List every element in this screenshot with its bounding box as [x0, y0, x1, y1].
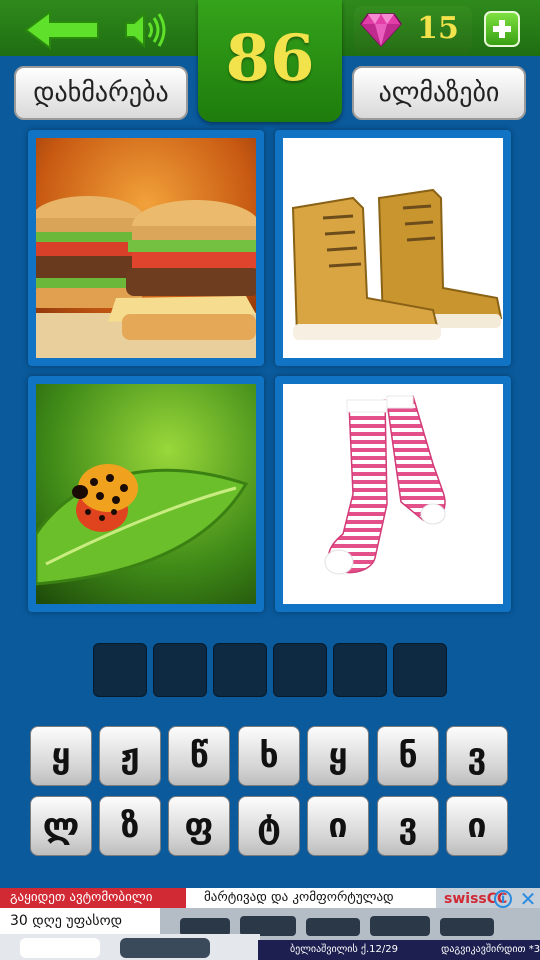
add-gems-button[interactable]	[484, 11, 520, 47]
letter-key[interactable]: ჟ	[99, 726, 161, 786]
letter-key[interactable]: ყ	[30, 726, 92, 786]
letter-key[interactable]: ვ	[446, 726, 508, 786]
back-button[interactable]	[22, 8, 102, 52]
answer-slot[interactable]	[273, 643, 327, 697]
help-button[interactable]: დახმარება	[14, 66, 188, 120]
speaker-icon	[125, 11, 166, 49]
hamburgers-photo	[36, 138, 256, 358]
photo-tile-1	[28, 130, 264, 366]
ladybug-photo	[36, 384, 256, 604]
gems-button[interactable]: ალმაზები	[352, 66, 526, 120]
answer-slot[interactable]	[93, 643, 147, 697]
letter-key[interactable]: წ	[168, 726, 230, 786]
back-arrow-icon	[24, 10, 99, 50]
ad-subheadline: 30 დღე უფასოდ	[0, 908, 160, 934]
ad-address: ბელიაშვილის ქ.12/29	[290, 944, 398, 955]
info-icon[interactable]: i	[494, 890, 512, 908]
boots-photo	[283, 138, 503, 358]
ad-headline: გაყიდეთ ავტომობილი	[0, 888, 186, 908]
answer-slot[interactable]	[213, 643, 267, 697]
letter-key[interactable]: ხ	[238, 726, 300, 786]
gem-counter: 15	[354, 6, 472, 52]
answer-slot[interactable]	[393, 643, 447, 697]
level-indicator: 86	[198, 0, 342, 122]
close-icon[interactable]: ✕	[518, 888, 538, 910]
letter-key[interactable]: ფ	[168, 796, 230, 856]
diamond-icon	[360, 13, 402, 48]
photo-tile-3	[28, 376, 264, 612]
answer-slot[interactable]	[153, 643, 207, 697]
gem-count: 15	[417, 11, 459, 46]
letter-key[interactable]: ი	[307, 796, 369, 856]
ad-banner[interactable]: გაყიდეთ ავტომობილი 30 დღე უფასოდ მარტივა…	[0, 888, 540, 960]
letter-key[interactable]: ლ	[30, 796, 92, 856]
letter-key[interactable]: ზ	[99, 796, 161, 856]
photo-tile-2	[275, 130, 511, 366]
letter-key[interactable]: ყ	[307, 726, 369, 786]
letter-key[interactable]: ვ	[377, 796, 439, 856]
socks-photo	[283, 384, 503, 604]
ad-tagline: მარტივად და კომფორტულად	[186, 888, 436, 908]
answer-slot[interactable]	[333, 643, 387, 697]
photo-tile-4	[275, 376, 511, 612]
letter-key[interactable]: ტ	[238, 796, 300, 856]
ad-contact: დაგვიკავშირდით *3000	[441, 944, 540, 955]
letter-key[interactable]: ი	[446, 796, 508, 856]
level-number: 86	[225, 21, 315, 96]
letter-key[interactable]: ნ	[377, 726, 439, 786]
ad-footer: ბელიაშვილის ქ.12/29 დაგვიკავშირდით *3000	[258, 940, 540, 960]
sound-toggle-button[interactable]	[122, 8, 168, 52]
